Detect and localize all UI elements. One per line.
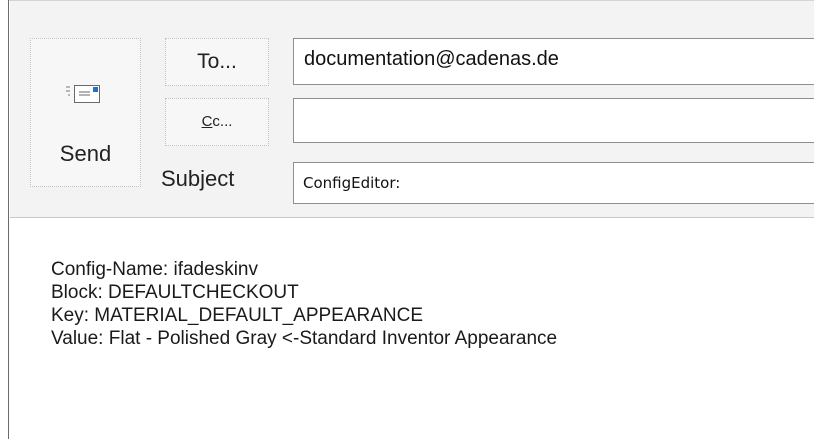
to-button[interactable]: To... <box>165 38 269 86</box>
body-line: Key: MATERIAL_DEFAULT_APPEARANCE <box>51 305 424 326</box>
cc-button[interactable]: Cc... <box>165 98 269 146</box>
to-field[interactable]: documentation@cadenas.de <box>293 38 814 85</box>
send-label: Send <box>59 141 112 166</box>
send-button[interactable]: Send <box>30 38 141 187</box>
envelope-send-icon <box>66 85 100 103</box>
body-line: Config-Name: ifadeskinv <box>51 259 258 280</box>
subject-label: Subject <box>161 166 235 191</box>
subject-field[interactable]: ConfigEditor: <box>293 162 814 204</box>
cc-button-label: c... <box>212 113 233 130</box>
cc-button-accesskey: C <box>201 113 213 130</box>
message-body-text: Config-Name: ifadeskinv Block: DEFAULTCH… <box>51 258 557 350</box>
window-left-edge <box>0 0 9 439</box>
body-line: Block: DEFAULTCHECKOUT <box>51 282 299 303</box>
cc-field[interactable] <box>293 98 814 143</box>
body-line: Value: Flat - Polished Gray <-Standard I… <box>51 328 558 349</box>
